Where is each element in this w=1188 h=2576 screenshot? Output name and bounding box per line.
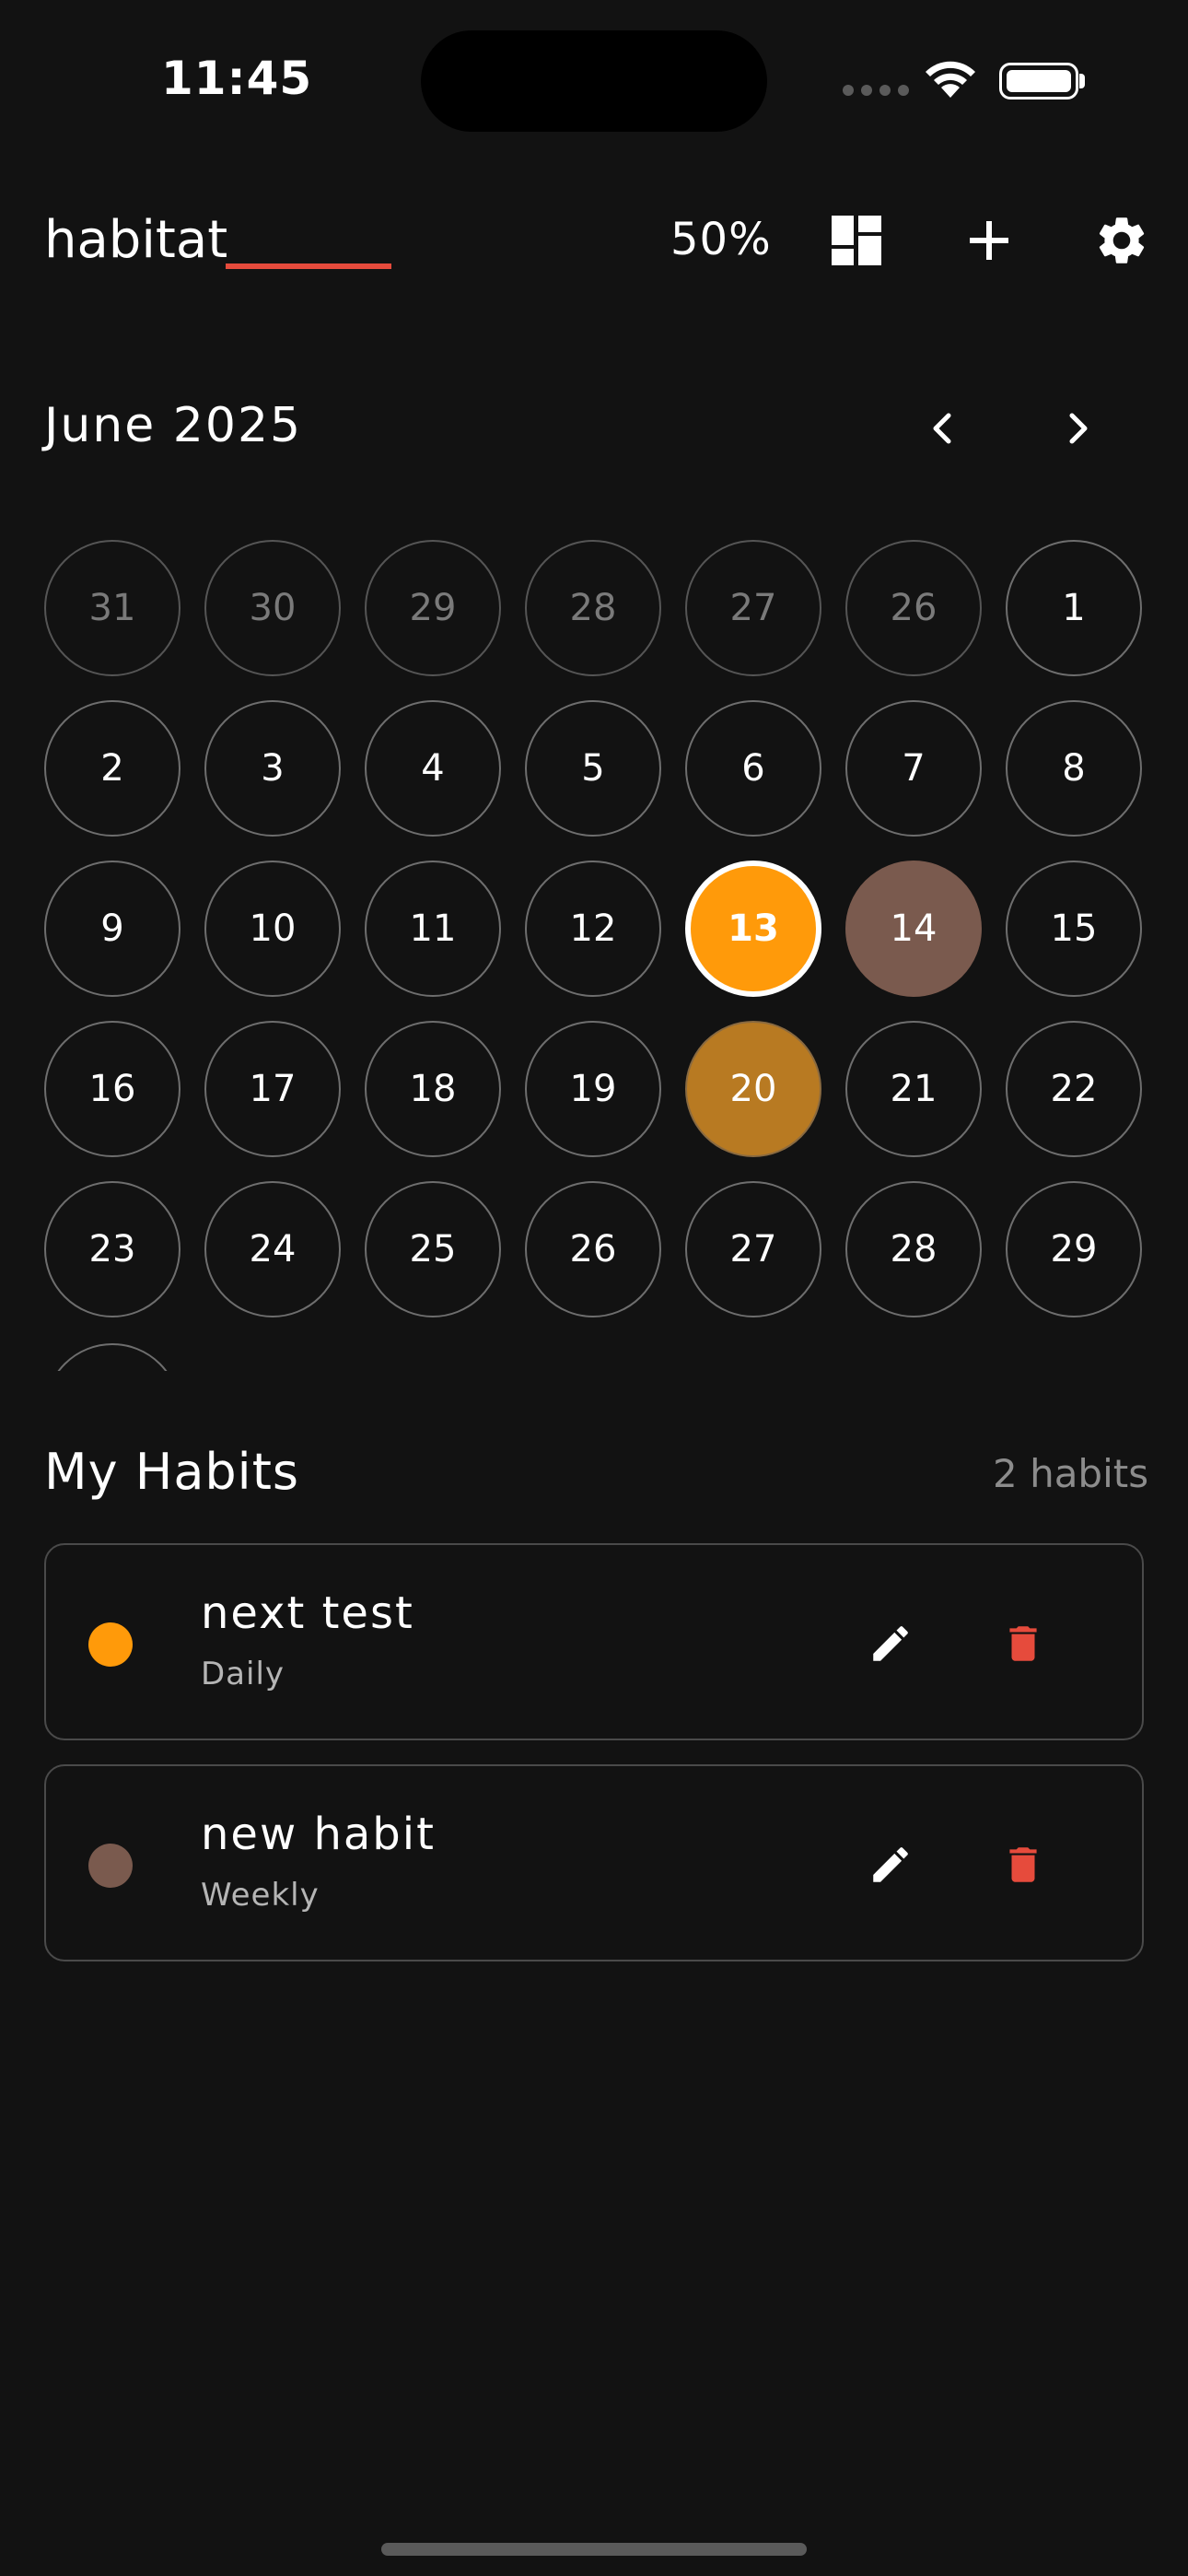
calendar-day[interactable]: 16 (44, 1021, 181, 1157)
calendar-day[interactable]: 10 (204, 861, 341, 997)
calendar-day[interactable]: 20 (685, 1021, 821, 1157)
calendar-day[interactable]: 17 (204, 1021, 341, 1157)
calendar-day[interactable]: 8 (1006, 700, 1142, 837)
calendar-day[interactable]: 26 (525, 1181, 661, 1317)
calendar-day[interactable]: 28 (845, 1181, 982, 1317)
wifi-icon (921, 57, 980, 105)
calendar-day[interactable]: 23 (44, 1181, 181, 1317)
calendar-day[interactable]: 13 (685, 861, 821, 997)
next-month-button[interactable] (1035, 387, 1118, 470)
add-habit-button[interactable] (948, 199, 1031, 282)
habit-frequency: Weekly (201, 1877, 320, 1914)
month-title: June 2025 (44, 398, 303, 453)
calendar-day[interactable]: 6 (685, 700, 821, 837)
calendar-day[interactable]: 11 (365, 861, 501, 997)
calendar-day[interactable]: 2 (44, 700, 181, 837)
calendar-day[interactable]: 1 (1006, 540, 1142, 676)
habit-color-dot (88, 1844, 133, 1888)
dashboard-button[interactable] (815, 199, 898, 282)
calendar-day[interactable]: 18 (365, 1021, 501, 1157)
dashboard-icon (832, 216, 881, 265)
prev-month-button[interactable] (903, 387, 985, 470)
calendar-day[interactable]: 4 (365, 700, 501, 837)
habits-section-title: My Habits (44, 1443, 299, 1501)
trash-icon (1009, 1847, 1037, 1882)
calendar-day[interactable]: 5 (525, 700, 661, 837)
cellular-signal-icon (843, 85, 909, 96)
calendar-day[interactable]: 12 (525, 861, 661, 997)
calendar-day[interactable]: 27 (685, 1181, 821, 1317)
gear-icon (1099, 217, 1145, 263)
pencil-icon (873, 1626, 908, 1661)
habit-count: 2 habits (993, 1451, 1149, 1496)
calendar-day[interactable]: 14 (845, 861, 982, 997)
edit-habit-button[interactable] (849, 1823, 932, 1906)
home-indicator[interactable] (381, 2543, 807, 2556)
habit-card[interactable]: new habit Weekly (44, 1764, 1144, 1961)
title-underline (226, 263, 391, 269)
battery-tip (1079, 74, 1085, 88)
calendar-day[interactable]: 22 (1006, 1021, 1142, 1157)
calendar-day[interactable]: 21 (845, 1021, 982, 1157)
calendar-day[interactable]: 25 (365, 1181, 501, 1317)
calendar-day-partial[interactable] (44, 1343, 181, 1371)
settings-button[interactable] (1080, 199, 1163, 282)
calendar-day[interactable]: 31 (44, 540, 181, 676)
calendar-day[interactable]: 27 (685, 540, 821, 676)
trash-icon (1009, 1626, 1037, 1661)
calendar-day[interactable]: 29 (365, 540, 501, 676)
app-title: habitat (44, 210, 228, 270)
calendar-day[interactable]: 28 (525, 540, 661, 676)
calendar-day[interactable]: 15 (1006, 861, 1142, 997)
calendar-day[interactable]: 3 (204, 700, 341, 837)
habit-card[interactable]: next test Daily (44, 1543, 1144, 1740)
completion-percent: 50% (670, 214, 772, 265)
habit-color-dot (88, 1622, 133, 1667)
calendar-day[interactable]: 26 (845, 540, 982, 676)
calendar-day[interactable]: 24 (204, 1181, 341, 1317)
calendar-day[interactable]: 30 (204, 540, 341, 676)
habit-name: next test (201, 1587, 414, 1639)
habit-name: new habit (201, 1809, 436, 1860)
chevron-right-icon (1069, 413, 1088, 444)
pencil-icon (873, 1847, 908, 1882)
delete-habit-button[interactable] (982, 1602, 1065, 1685)
calendar-day[interactable]: 29 (1006, 1181, 1142, 1317)
calendar-day[interactable]: 7 (845, 700, 982, 837)
calendar-day[interactable]: 9 (44, 861, 181, 997)
calendar-day[interactable]: 19 (525, 1021, 661, 1157)
dynamic-island (421, 30, 767, 132)
edit-habit-button[interactable] (849, 1602, 932, 1685)
delete-habit-button[interactable] (982, 1823, 1065, 1906)
chevron-left-icon (933, 413, 951, 444)
habit-frequency: Daily (201, 1656, 285, 1692)
battery-icon (999, 63, 1078, 100)
status-time: 11:45 (161, 52, 313, 105)
add-icon (970, 221, 1008, 260)
